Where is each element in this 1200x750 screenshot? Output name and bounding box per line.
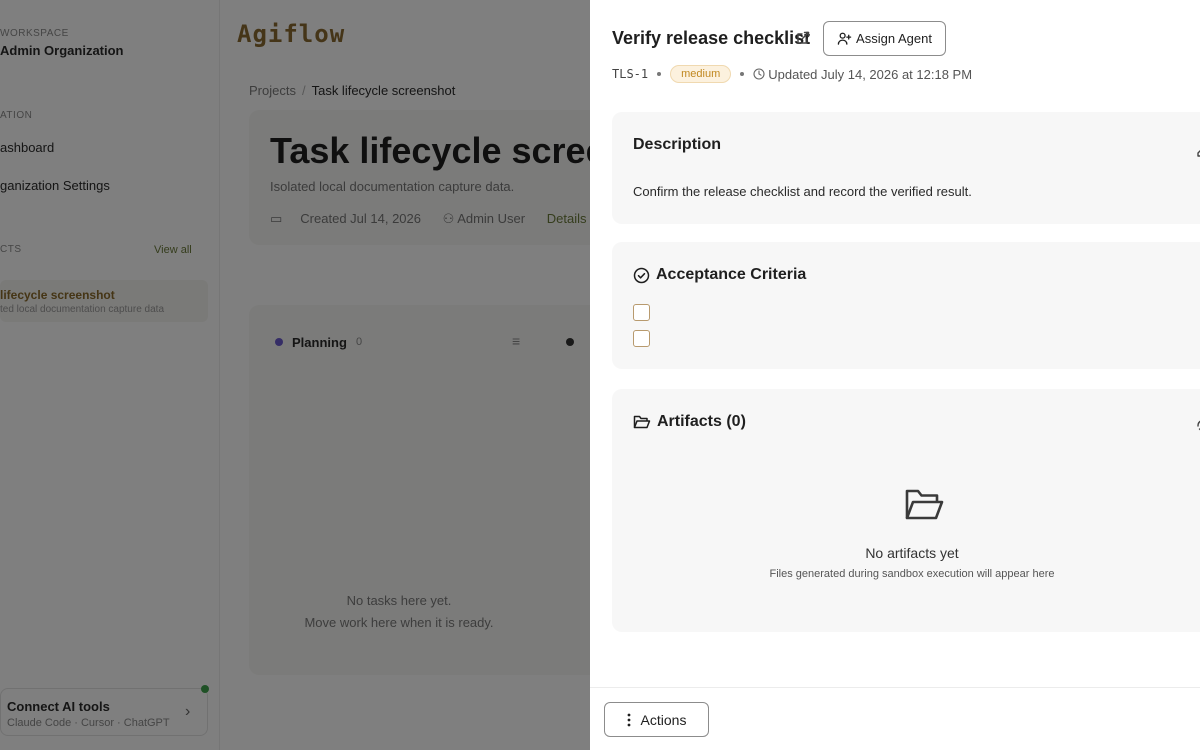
priority-badge: medium [670, 65, 732, 83]
acceptance-heading: Acceptance Criteria [633, 266, 806, 284]
drawer-footer: Actions [590, 687, 1200, 750]
task-meta-row: TLS-1 medium Updated July 14, 2026 at 12… [612, 63, 972, 85]
artifacts-empty-title: No artifacts yet [865, 545, 959, 561]
assign-agent-button[interactable]: Assign Agent [823, 21, 946, 56]
description-heading: Description [633, 136, 721, 154]
user-plus-icon [837, 32, 852, 45]
check-circle-icon [633, 267, 650, 283]
more-vertical-icon [627, 713, 630, 726]
criteria-checkbox[interactable] [633, 330, 650, 347]
assign-agent-label: Assign Agent [856, 31, 932, 46]
edit-icon[interactable] [1195, 142, 1200, 159]
task-id: TLS-1 [612, 67, 649, 81]
artifacts-heading-text: Artifacts (0) [657, 413, 746, 430]
external-link-icon[interactable] [795, 30, 811, 46]
folder-open-icon [633, 415, 651, 429]
refresh-icon[interactable] [1195, 417, 1200, 434]
acceptance-criteria-card: Acceptance Criteria [612, 242, 1200, 369]
modal-backdrop[interactable] [0, 0, 590, 750]
description-text: Confirm the release checklist and record… [633, 184, 972, 199]
actions-button[interactable]: Actions [604, 702, 709, 737]
task-detail-drawer: Verify release checklist Assign Agent TL… [590, 0, 1200, 750]
criteria-checkbox[interactable] [633, 304, 650, 321]
actions-label: Actions [640, 711, 687, 728]
description-heading-text: Description [633, 136, 722, 153]
artifacts-card: Artifacts (0) No artifacts yet Files gen… [612, 389, 1200, 632]
meta-separator [740, 72, 745, 76]
description-card: Description Confirm the release checklis… [612, 112, 1200, 224]
clock-icon [753, 68, 765, 80]
acceptance-heading-text: Acceptance Criteria [656, 266, 807, 283]
artifacts-heading: Artifacts (0) [633, 413, 746, 431]
empty-folder-icon [905, 489, 944, 520]
updated-timestamp: Updated July 14, 2026 at 12:18 PM [768, 66, 973, 82]
meta-separator [657, 72, 662, 76]
artifacts-empty-subtitle: Files generated during sandbox execution… [769, 568, 1055, 580]
task-title: Verify release checklist [612, 28, 811, 48]
